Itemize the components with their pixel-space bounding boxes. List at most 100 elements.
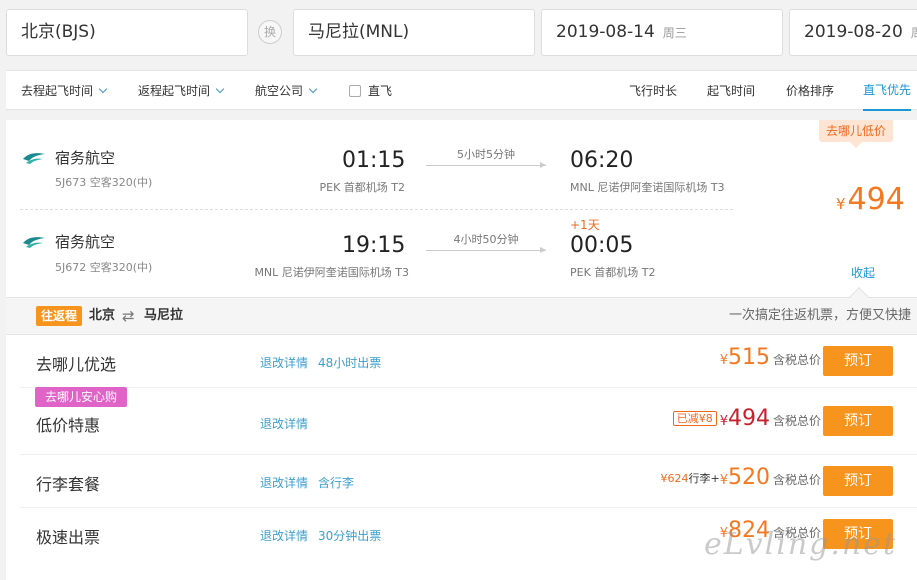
- tax-label: 含税总价: [772, 473, 821, 487]
- price-value: 494: [727, 406, 770, 431]
- airline-name: 宿务航空: [55, 233, 116, 251]
- flight-card: 去哪儿低价 宿务航空 5J673 空客320(中) 01:15 PEK 首都机场…: [6, 120, 917, 580]
- offer-name: 去哪儿优选: [36, 355, 117, 374]
- offer-name: 低价特惠: [36, 416, 101, 435]
- offer-feature-link[interactable]: 48小时出票: [318, 356, 381, 370]
- collapse-link[interactable]: 收起: [851, 264, 875, 281]
- depart-airport: MNL 尼诺伊阿奎诺国际机场 T3: [254, 266, 409, 279]
- refund-details-link[interactable]: 退改详情: [260, 356, 308, 370]
- book-button[interactable]: 预订: [823, 406, 893, 436]
- divider: [20, 209, 733, 210]
- refund-details-link[interactable]: 退改详情: [260, 417, 308, 431]
- tax-label: 含税总价: [772, 353, 821, 367]
- offer-price: ¥624行李+¥520 含税总价: [660, 465, 821, 490]
- offer-feature-link[interactable]: 30分钟出票: [318, 529, 381, 543]
- luggage-amount: ¥624: [660, 472, 689, 485]
- price-value: 520: [727, 465, 770, 490]
- watermark: eLvling.net: [704, 527, 898, 562]
- price-value: 515: [727, 345, 770, 370]
- to-city-value: 马尼拉(MNL): [308, 22, 410, 42]
- offer-price: ¥515 含税总价: [720, 345, 821, 370]
- arrive-airport: MNL 尼诺伊阿奎诺国际机场 T3: [570, 181, 725, 194]
- flight-duration: 4小时50分钟: [453, 233, 519, 246]
- arrow-right-icon: [426, 162, 546, 168]
- luggage-price: ¥624行李+: [660, 472, 719, 485]
- roundtrip-to: 马尼拉: [144, 308, 184, 323]
- offer-links: 退改详情 48小时出票: [260, 354, 391, 371]
- flight-number: 5J673 空客320(中): [55, 176, 153, 189]
- direct-checkbox[interactable]: [349, 84, 361, 97]
- direct-label: 直飞: [368, 84, 393, 98]
- refund-details-link[interactable]: 退改详情: [260, 529, 308, 543]
- offer-name: 行李套餐: [36, 475, 101, 494]
- from-city-input[interactable]: 北京(BJS): [6, 9, 248, 56]
- currency-symbol: ¥: [836, 195, 846, 213]
- filter-bar: 去程起飞时间 返程起飞时间 航空公司 直飞 飞行时长 起飞时间 价格排序 直飞优…: [6, 70, 917, 111]
- depart-weekday: 周三: [662, 26, 687, 40]
- airline-logo-icon: [23, 153, 45, 164]
- filter-direct[interactable]: 直飞: [349, 71, 392, 111]
- return-date-value: 2019-08-20: [804, 22, 903, 42]
- filter-airline[interactable]: 航空公司: [255, 71, 318, 111]
- search-bar: 北京(BJS) 换 马尼拉(MNL) 2019-08-14 周三 2019-08-…: [0, 0, 917, 66]
- offer-links: 退改详情 含行李: [260, 474, 364, 491]
- low-price-tag: 去哪儿低价: [819, 120, 894, 148]
- book-button[interactable]: 预订: [823, 466, 893, 496]
- filter-label: 去程起飞时间: [21, 84, 94, 98]
- filter-depart-time[interactable]: 去程起飞时间: [21, 71, 108, 111]
- refund-details-link[interactable]: 退改详情: [260, 476, 308, 490]
- airline-name: 宿务航空: [55, 149, 116, 167]
- airline-logo-icon: [23, 237, 45, 248]
- currency-symbol: ¥: [719, 353, 728, 368]
- return-weekday: 周二: [911, 26, 917, 40]
- plus-day-badge: +1天: [570, 218, 600, 232]
- filter-label: 返程起飞时间: [138, 84, 211, 98]
- arrow-right-icon: [426, 247, 546, 253]
- discount-badge: 已减¥8: [672, 411, 717, 426]
- depart-time: 19:15: [342, 233, 406, 258]
- chevron-down-icon: [98, 84, 108, 94]
- flight-duration: 5小时5分钟: [457, 148, 515, 161]
- sort-depart-time[interactable]: 起飞时间: [707, 71, 755, 111]
- lowest-price: ¥494: [836, 182, 905, 217]
- chevron-down-icon: [215, 84, 225, 94]
- sort-direct-first[interactable]: 直飞优先: [863, 71, 912, 111]
- roundtrip-from: 北京: [89, 308, 116, 323]
- offer-row: 去哪儿安心购 低价特惠 退改详情 已减¥8 ¥494 含税总价 预订: [20, 387, 917, 455]
- return-date-input[interactable]: 2019-08-20 周二: [789, 9, 917, 56]
- offer-links: 退改详情 30分钟出票: [260, 527, 391, 544]
- currency-symbol: ¥: [719, 414, 728, 429]
- book-button[interactable]: 预订: [823, 346, 893, 376]
- roundtrip-slogan: 一次搞定往返机票，方便又快捷: [728, 308, 911, 323]
- arrive-airport: PEK 首都机场 T2: [570, 266, 656, 279]
- tax-label: 含税总价: [772, 414, 821, 428]
- chevron-down-icon: [308, 84, 318, 94]
- from-city-value: 北京(BJS): [21, 22, 96, 42]
- offer-row: 去哪儿优选 退改详情 48小时出票 ¥515 含税总价 预订: [20, 335, 917, 388]
- to-city-input[interactable]: 马尼拉(MNL): [293, 9, 535, 56]
- flight-number: 5J672 空客320(中): [55, 261, 153, 274]
- depart-time: 01:15: [342, 148, 406, 173]
- depart-date-input[interactable]: 2019-08-14 周三: [541, 9, 783, 56]
- sort-duration[interactable]: 飞行时长: [629, 71, 677, 111]
- swap-button[interactable]: 换: [258, 20, 282, 44]
- offer-links: 退改详情: [260, 415, 318, 432]
- exchange-icon: ⇄: [122, 307, 135, 325]
- luggage-label: 行李+: [688, 472, 720, 485]
- offer-feature-link[interactable]: 含行李: [318, 476, 354, 490]
- offer-row: 行李套餐 退改详情 含行李 ¥624行李+¥520 含税总价 预订: [20, 455, 917, 508]
- arrive-time: 06:20: [570, 148, 634, 173]
- safe-purchase-tag: 去哪儿安心购: [35, 387, 128, 407]
- roundtrip-badge: 往返程: [36, 306, 83, 326]
- filter-label: 航空公司: [255, 84, 304, 98]
- roundtrip-header: 往返程 北京 ⇄ 马尼拉 一次搞定往返机票，方便又快捷: [6, 297, 917, 335]
- filter-return-time[interactable]: 返程起飞时间: [138, 71, 225, 111]
- arrive-time: 00:05: [570, 233, 634, 258]
- offer-name: 极速出票: [36, 528, 101, 547]
- depart-airport: PEK 首都机场 T2: [319, 181, 405, 194]
- offer-price: 已减¥8 ¥494 含税总价: [672, 406, 821, 431]
- currency-symbol: ¥: [719, 473, 728, 488]
- price-value: 494: [847, 182, 905, 217]
- depart-date-value: 2019-08-14: [556, 22, 655, 42]
- sort-price[interactable]: 价格排序: [786, 71, 834, 111]
